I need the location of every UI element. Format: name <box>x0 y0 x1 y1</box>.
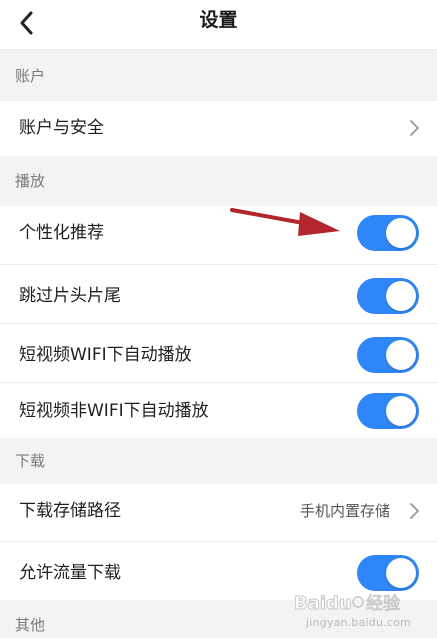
short-video-wifi-autoplay-label: 短视频WIFI下自动播放 <box>19 345 192 365</box>
personalized-recommend-row: 个性化推荐 <box>0 206 437 264</box>
svg-text:Baidu: Baidu <box>294 593 352 614</box>
allow-cellular-download-toggle[interactable] <box>357 555 419 591</box>
short-video-wifi-autoplay-row: 短视频WIFI下自动播放 <box>0 324 437 382</box>
section-header-account: 账户 <box>0 51 437 101</box>
nav-bar: 设置 <box>0 0 437 50</box>
download-storage-path-label: 下载存储路径 <box>19 501 121 521</box>
svg-text:经验: 经验 <box>366 594 400 614</box>
short-video-non-wifi-autoplay-label: 短视频非WIFI下自动播放 <box>19 401 209 421</box>
download-storage-path-row[interactable]: 下载存储路径 手机内置存储 <box>0 484 437 541</box>
download-storage-value: 手机内置存储 <box>300 502 391 520</box>
chevron-right-icon <box>407 501 421 521</box>
allow-cellular-download-label: 允许流量下载 <box>19 563 121 583</box>
section-header-playback: 播放 <box>0 156 437 206</box>
skip-intro-outro-toggle[interactable] <box>357 278 419 314</box>
personalized-recommend-toggle[interactable] <box>357 215 419 251</box>
short-video-wifi-autoplay-toggle[interactable] <box>357 337 419 373</box>
account-security-row[interactable]: 账户与安全 <box>0 101 437 156</box>
toggle-knob <box>386 558 416 588</box>
skip-intro-outro-label: 跳过片头片尾 <box>19 286 121 306</box>
page-title: 设置 <box>199 9 238 31</box>
annotation-arrow-icon <box>228 198 346 242</box>
watermark-url: jingyan.baidu.com <box>306 616 411 629</box>
baidu-jingyan-logo: Baidu 经验 <box>292 590 404 615</box>
skip-intro-outro-row: 跳过片头片尾 <box>0 265 437 323</box>
short-video-non-wifi-autoplay-toggle[interactable] <box>357 393 419 429</box>
account-security-label: 账户与安全 <box>19 118 104 138</box>
toggle-knob <box>386 396 416 426</box>
toggle-knob <box>386 218 416 248</box>
chevron-right-icon <box>407 118 421 138</box>
watermark: Baidu 经验 jingyan.baidu.com <box>292 590 432 636</box>
section-header-download: 下载 <box>0 438 437 484</box>
toggle-knob <box>386 340 416 370</box>
personalized-recommend-label: 个性化推荐 <box>19 223 104 243</box>
short-video-non-wifi-autoplay-row: 短视频非WIFI下自动播放 <box>0 383 437 438</box>
toggle-knob <box>386 281 416 311</box>
